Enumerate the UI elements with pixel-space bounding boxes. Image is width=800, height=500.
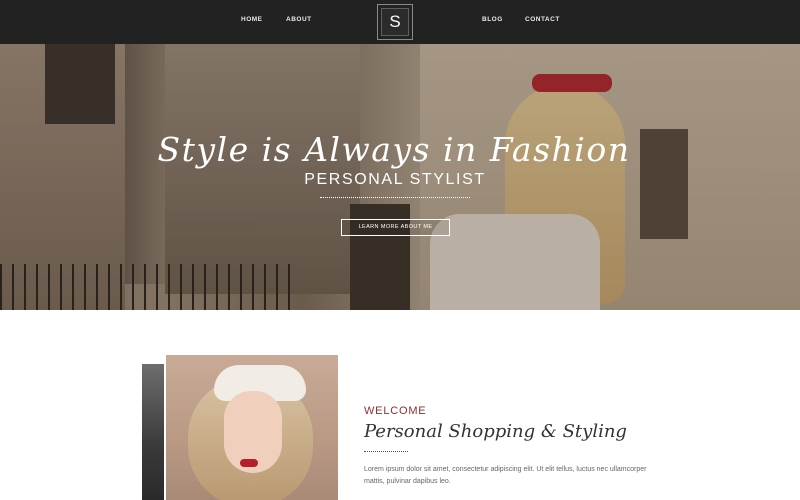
hero-divider (320, 197, 470, 198)
nav-link-contact[interactable]: CONTACT (525, 16, 560, 23)
secondary-photo (142, 364, 164, 500)
portrait-lips (240, 459, 258, 467)
section-body-text: Lorem ipsum dolor sit amet, consectetur … (364, 466, 647, 485)
section-divider (364, 451, 408, 452)
top-navigation-bar: HOME ABOUT S BLOG CONTACT (0, 0, 800, 44)
nav-link-home[interactable]: HOME (241, 16, 263, 23)
hero-subtitle: PERSONAL STYLIST (304, 171, 486, 188)
learn-more-button[interactable]: LEARN MORE ABOUT ME (341, 219, 450, 236)
stylist-portrait (166, 355, 338, 500)
hero-banner: Style is Always in Fashion PERSONAL STYL… (0, 44, 800, 310)
site-logo[interactable]: S (377, 4, 413, 40)
nav-link-blog[interactable]: BLOG (482, 16, 503, 23)
section-title: Personal Shopping & Styling (364, 421, 627, 442)
section-eyebrow: WELCOME (364, 405, 427, 417)
nav-link-about[interactable]: ABOUT (286, 16, 312, 23)
hero-title: Style is Always in Fashion (157, 130, 631, 169)
logo-letter: S (381, 8, 409, 36)
